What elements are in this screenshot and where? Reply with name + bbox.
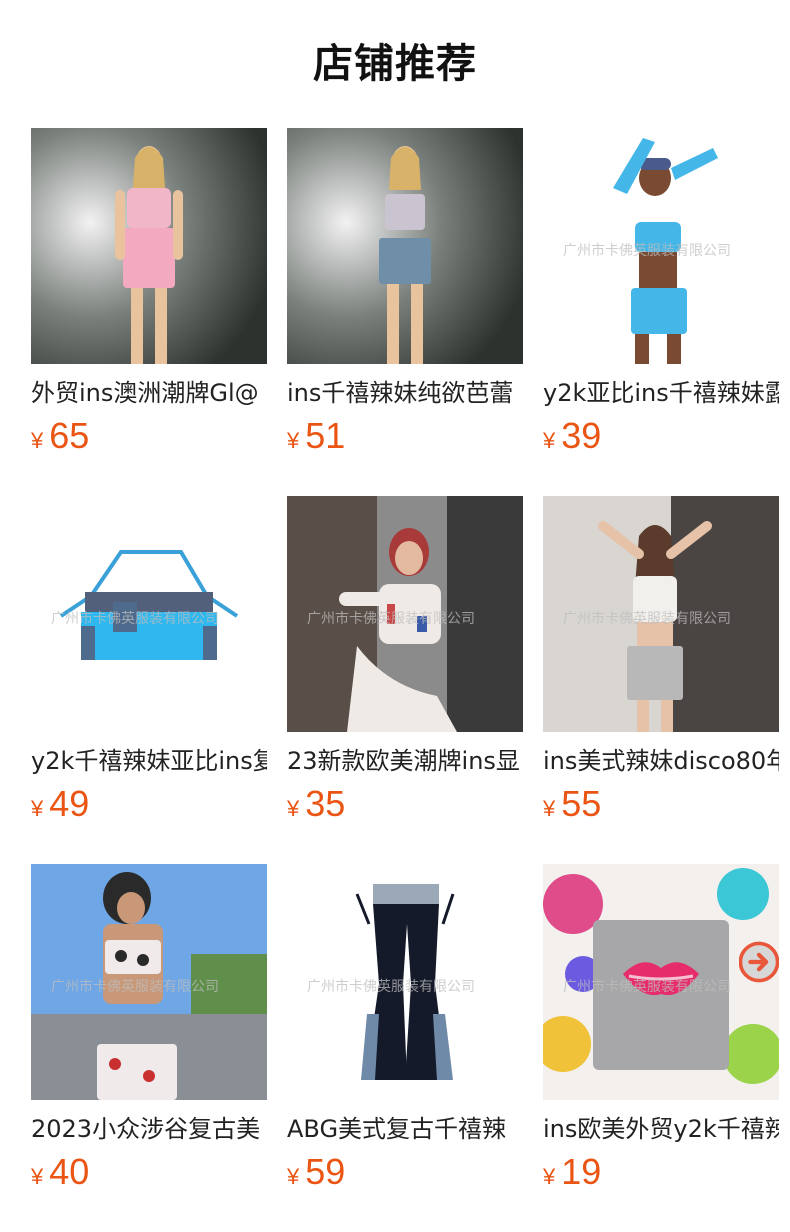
product-image[interactable]: 广州市卡佛英服装有限公司 [543, 128, 779, 364]
product-card[interactable]: 广州市卡佛英服装有限公司 23新款欧美潮牌ins显 ¥35 [287, 496, 523, 826]
arrow-right-icon [739, 941, 779, 983]
product-card[interactable]: 广州市卡佛英服装有限公司 ins美式辣妹disco80年 ¥55 [543, 496, 779, 826]
product-price: ¥35 [287, 783, 346, 824]
watermark: 广州市卡佛英服装有限公司 [563, 243, 731, 259]
product-image[interactable]: 广州市卡佛英服装有限公司 [31, 496, 267, 732]
product-card[interactable]: 广州市卡佛英服装有限公司 2023小众涉谷复古美 ¥40 [31, 864, 267, 1194]
product-image[interactable]: 广州市卡佛英服装有限公司 [543, 496, 779, 732]
product-title[interactable]: y2k千禧辣妹亚比ins复 [31, 746, 267, 776]
product-card[interactable]: 广州市卡佛英服装有限公司 ins欧美外贸y2k千禧辣 ¥19 [543, 864, 779, 1194]
product-card[interactable]: 广州市卡佛英服装有限公司 ABG美式复古千禧辣 ¥59 [287, 864, 523, 1194]
product-price: ¥19 [543, 1151, 602, 1192]
product-image[interactable]: 广州市卡佛英服装有限公司 [287, 496, 523, 732]
next-arrow-button[interactable] [739, 941, 779, 983]
product-card[interactable]: 广州市卡佛英服装有限公司 y2k千禧辣妹亚比ins复 ¥49 [31, 496, 267, 826]
product-price: ¥55 [543, 783, 602, 824]
product-card[interactable]: 广州市卡佛英服装有限公司 y2k亚比ins千禧辣妹露 ¥39 [543, 128, 779, 458]
product-price: ¥59 [287, 1151, 346, 1192]
product-title[interactable]: 23新款欧美潮牌ins显 [287, 746, 523, 776]
product-title[interactable]: 2023小众涉谷复古美 [31, 1114, 267, 1144]
watermark: 广州市卡佛英服装有限公司 [51, 611, 219, 627]
watermark: 广州市卡佛英服装有限公司 [307, 611, 475, 627]
watermark: 广州市卡佛英服装有限公司 [563, 611, 731, 627]
product-title[interactable]: y2k亚比ins千禧辣妹露 [543, 378, 779, 408]
product-price: ¥49 [31, 783, 90, 824]
product-image[interactable]: 广州市卡佛英服装有限公司 [31, 864, 267, 1100]
product-title[interactable]: 外贸ins澳洲潮牌Gl@ [31, 378, 267, 408]
product-image[interactable]: 广州市卡佛英服装有限公司 [543, 864, 779, 1100]
watermark: 广州市卡佛英服装有限公司 [51, 979, 219, 995]
product-price: ¥40 [31, 1151, 90, 1192]
product-card[interactable]: 外贸ins澳洲潮牌Gl@ ¥65 [31, 128, 267, 458]
product-image[interactable] [31, 128, 267, 364]
page-title: 店铺推荐 [313, 41, 477, 87]
product-image[interactable] [287, 128, 523, 364]
product-title[interactable]: ABG美式复古千禧辣 [287, 1114, 523, 1144]
watermark: 广州市卡佛英服装有限公司 [307, 979, 475, 995]
product-title[interactable]: ins千禧辣妹纯欲芭蕾 [287, 378, 523, 408]
product-price: ¥39 [543, 415, 602, 456]
product-image[interactable]: 广州市卡佛英服装有限公司 [287, 864, 523, 1100]
product-price: ¥65 [31, 415, 90, 456]
product-price: ¥51 [287, 415, 346, 456]
product-title[interactable]: ins欧美外贸y2k千禧辣 [543, 1114, 779, 1144]
product-title[interactable]: ins美式辣妹disco80年 [543, 746, 779, 776]
product-card[interactable]: ins千禧辣妹纯欲芭蕾 ¥51 [287, 128, 523, 458]
